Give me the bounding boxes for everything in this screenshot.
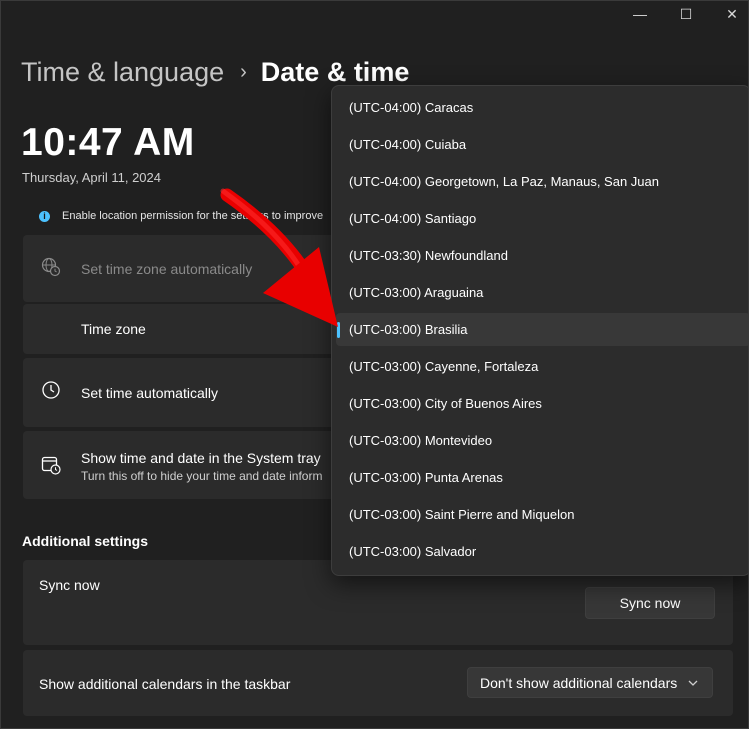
maximize-icon: ☐ xyxy=(679,5,693,22)
timezone-option-label: (UTC-03:00) Brasilia xyxy=(349,322,468,337)
timezone-option[interactable]: (UTC-03:00) Punta Arenas xyxy=(336,461,748,494)
chevron-down-icon xyxy=(688,680,698,686)
timezone-option-label: (UTC-03:00) Saint Pierre and Miquelon xyxy=(349,507,575,522)
system-tray-label: Show time and date in the System tray xyxy=(81,450,321,466)
timezone-option-label: (UTC-04:00) Cuiaba xyxy=(349,137,467,152)
location-permission-infobar: i Enable location permission for the set… xyxy=(23,202,343,230)
timezone-option[interactable]: (UTC-03:00) Araguaina xyxy=(336,276,748,309)
timezone-option-label: (UTC-04:00) Georgetown, La Paz, Manaus, … xyxy=(349,174,659,189)
auto-timezone-label: Set time zone automatically xyxy=(81,261,253,277)
timezone-dropdown-list[interactable]: (UTC-04:00) Caracas (UTC-04:00) Cuiaba (UT… xyxy=(331,85,748,576)
timezone-option-label: (UTC-03:00) Salvador xyxy=(349,544,477,559)
clock-icon xyxy=(42,381,60,399)
breadcrumb: Time & language › Date & time xyxy=(21,57,409,88)
timezone-option[interactable]: (UTC-03:00) Salvador xyxy=(336,535,748,568)
timezone-label: Time zone xyxy=(81,321,146,337)
timezone-option-label: (UTC-03:00) Cayenne, Fortaleza xyxy=(349,359,539,374)
auto-time-label: Set time automatically xyxy=(81,385,218,401)
timezone-option-label: (UTC-03:30) Newfoundland xyxy=(349,248,508,263)
infobar-text: Enable location permission for the setti… xyxy=(62,210,324,222)
timezone-option-label: (UTC-03:00) Montevideo xyxy=(349,433,493,448)
timezone-option-label: (UTC-03:00) Punta Arenas xyxy=(349,470,503,485)
sync-now-button[interactable]: Sync now xyxy=(585,587,715,619)
minimize-icon: — xyxy=(633,6,647,22)
current-time: 10:47 AM xyxy=(21,121,195,164)
close-button[interactable]: ✕ xyxy=(709,1,748,27)
minimize-button[interactable]: — xyxy=(617,1,663,27)
timezone-option-label: (UTC-03:00) City of Buenos Aires xyxy=(349,396,542,411)
timezone-option-label: (UTC-04:00) Caracas xyxy=(349,100,474,115)
additional-calendars-card: Show additional calendars in the taskbar… xyxy=(23,650,733,716)
breadcrumb-parent-link[interactable]: Time & language xyxy=(21,57,224,88)
timezone-option[interactable]: (UTC-04:00) Caracas xyxy=(336,91,748,124)
timezone-option[interactable]: (UTC-04:00) Santiago xyxy=(336,202,748,235)
calendar-clock-icon xyxy=(41,456,61,475)
selection-indicator xyxy=(337,322,340,338)
additional-calendars-dropdown[interactable]: Don't show additional calendars xyxy=(467,667,713,698)
additional-settings-heading: Additional settings xyxy=(22,533,148,549)
settings-window: — ☐ ✕ Time & language › Date & time 10:4… xyxy=(0,0,749,729)
maximize-button[interactable]: ☐ xyxy=(663,1,709,27)
additional-calendars-label: Show additional calendars in the taskbar xyxy=(39,676,291,692)
timezone-option[interactable]: (UTC-03:00) Cayenne, Fortaleza xyxy=(336,350,748,383)
timezone-option-label: (UTC-04:00) Santiago xyxy=(349,211,477,226)
sync-label: Sync now xyxy=(39,577,100,593)
timezone-option[interactable]: (UTC-04:00) Cuiaba xyxy=(336,128,748,161)
timezone-option[interactable]: (UTC-03:00) Saint Pierre and Miquelon xyxy=(336,498,748,531)
timezone-option-selected[interactable]: (UTC-03:00) Brasilia xyxy=(336,313,748,346)
globe-clock-icon xyxy=(41,257,61,277)
current-date: Thursday, April 11, 2024 xyxy=(22,170,161,185)
system-tray-sublabel: Turn this off to hide your time and date… xyxy=(81,469,323,483)
close-icon: ✕ xyxy=(726,5,738,22)
timezone-option[interactable]: (UTC-03:00) City of Buenos Aires xyxy=(336,387,748,420)
additional-calendars-value: Don't show additional calendars xyxy=(480,674,678,691)
timezone-option-label: (UTC-03:00) Araguaina xyxy=(349,285,484,300)
sync-now-button-label: Sync now xyxy=(619,595,681,611)
timezone-option[interactable]: (UTC-04:00) Georgetown, La Paz, Manaus, … xyxy=(336,165,748,198)
page-title: Date & time xyxy=(260,57,410,87)
timezone-option[interactable]: (UTC-03:00) Montevideo xyxy=(336,424,748,457)
info-icon: i xyxy=(39,210,50,222)
timezone-option[interactable]: (UTC-03:30) Newfoundland xyxy=(336,239,748,272)
breadcrumb-separator-icon: › xyxy=(240,61,247,83)
